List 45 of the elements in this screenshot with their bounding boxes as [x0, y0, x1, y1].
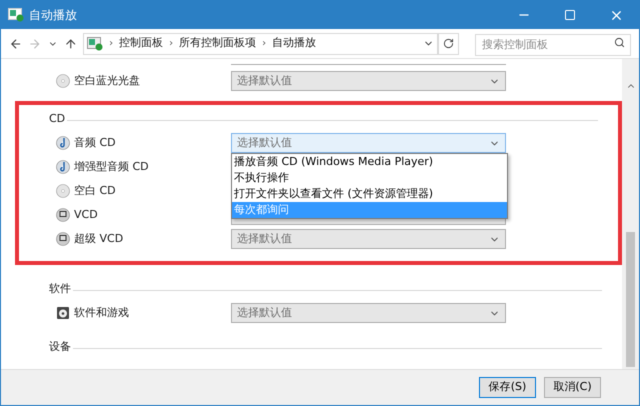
scrollbar[interactable]: [622, 59, 639, 369]
control-panel-icon: [87, 36, 104, 50]
select-dropdown[interactable]: 选择默认值: [231, 303, 506, 323]
refresh-icon: [442, 38, 454, 49]
audio-disc-icon: [56, 160, 70, 174]
maximize-icon: [564, 9, 576, 21]
breadcrumb-link[interactable]: 控制面板: [119, 35, 164, 52]
media-label: 增强型音频 CD: [74, 158, 149, 175]
breadcrumb-separator: ›: [109, 37, 114, 51]
autoplay-app-icon: [8, 8, 24, 22]
section-heading: 设备: [49, 338, 71, 355]
software-box-icon: [56, 306, 70, 320]
refresh-button[interactable]: [438, 32, 460, 54]
breadcrumb-separator: ›: [169, 37, 174, 51]
address-bar[interactable]: › 控制面板 › 所有控制面板项 › 自动播放: [83, 32, 438, 54]
select-dropdown[interactable]: 选择默认值: [231, 71, 506, 91]
breadcrumb-separator: ›: [262, 37, 266, 51]
search-field[interactable]: 搜索控制面板: [475, 34, 632, 56]
dropdown-option[interactable]: 不执行操作: [232, 170, 507, 186]
breadcrumb-link[interactable]: 自动播放: [272, 35, 316, 52]
blank-disc-icon: [56, 74, 70, 88]
media-label: 空白蓝光光盘: [74, 72, 140, 89]
scrollbar-thumb[interactable]: [626, 232, 635, 367]
back-arrow-icon[interactable]: [9, 36, 22, 50]
select-dropdown[interactable]: 选择默认值: [231, 133, 506, 153]
dropdown-option[interactable]: 播放音频 CD (Windows Media Player): [232, 154, 507, 170]
dialog-button[interactable]: 取消(C): [544, 377, 601, 398]
media-label: 音频 CD: [74, 134, 116, 151]
dialog-button[interactable]: 保存(S): [479, 377, 536, 398]
video-disc-icon: [56, 208, 70, 222]
window-title: 自动播放: [29, 7, 77, 24]
up-arrow-icon[interactable]: [64, 36, 78, 50]
search-icon: [614, 37, 626, 48]
section-heading: 软件: [49, 280, 71, 297]
media-label: 软件和游戏: [74, 304, 129, 321]
select-dropdown[interactable]: 选择默认值: [231, 229, 506, 249]
media-label: VCD: [74, 206, 98, 223]
media-label: 超级 VCD: [74, 230, 124, 247]
video-disc-icon: [56, 232, 70, 246]
breadcrumb-link[interactable]: 所有控制面板项: [179, 35, 256, 52]
audio-disc-icon: [56, 136, 70, 150]
section-heading: CD: [49, 110, 66, 127]
dropdown-option[interactable]: 打开文件夹以查看文件 (文件资源管理器): [232, 186, 507, 202]
blank-disc-icon: [56, 184, 70, 198]
media-label: 空白 CD: [74, 182, 116, 199]
